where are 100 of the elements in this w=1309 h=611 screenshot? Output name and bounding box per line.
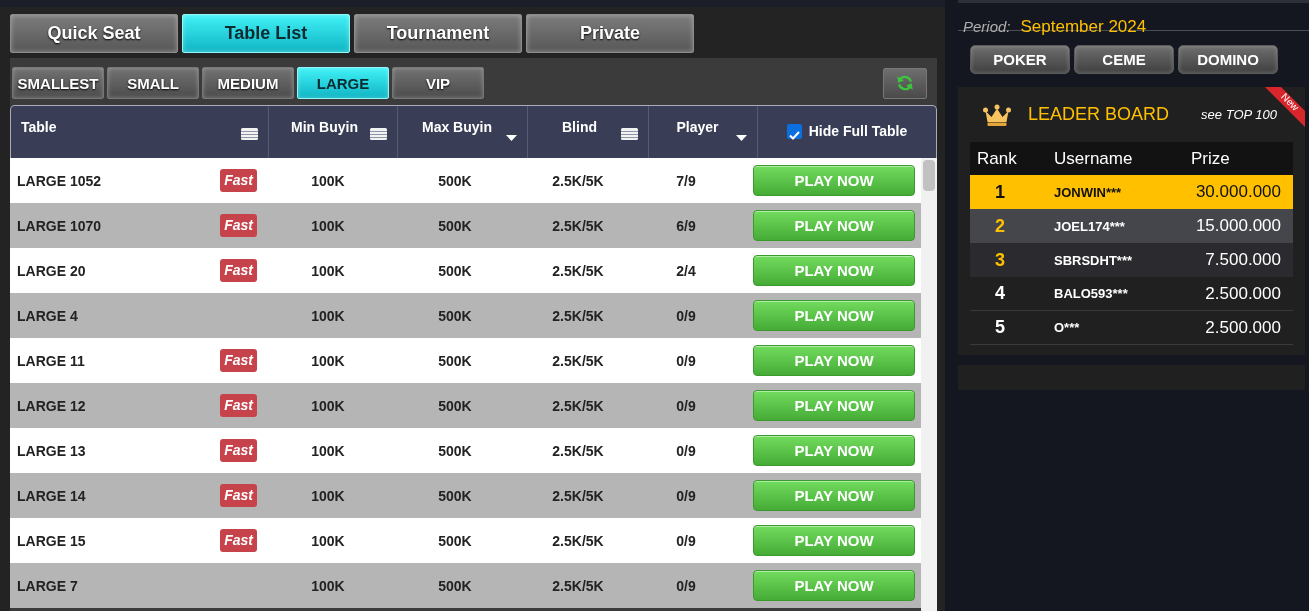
column-header: Rank xyxy=(976,148,1018,169)
column-header[interactable]: Player xyxy=(659,119,736,135)
table-row[interactable]: LARGE 7 100K 500K 2.5K/5K 0/9 PLAY NOW xyxy=(10,563,921,608)
period-value[interactable]: September 2024 xyxy=(1020,17,1147,37)
tab[interactable]: Table List xyxy=(182,14,350,53)
fast-badge: Fast xyxy=(220,214,257,237)
period-label: Period: xyxy=(963,18,1011,35)
list-icon[interactable] xyxy=(370,128,387,140)
filter-button[interactable]: MEDIUM xyxy=(202,67,294,99)
see-top-link[interactable]: see TOP 100 xyxy=(1201,107,1277,122)
table-cell: 500K xyxy=(438,352,472,369)
rank-cell-text: 5 xyxy=(994,317,1006,338)
column-header: Username xyxy=(1053,148,1134,169)
table-row[interactable]: LARGE 15 Fast 100K 500K 2.5K/5K 0/9 PLAY NOW xyxy=(10,518,921,563)
table-row[interactable]: LARGE 11 Fast 100K 500K 2.5K/5K 0/9 PLAY NOW xyxy=(10,338,921,383)
table-name: LARGE 14 xyxy=(17,487,86,504)
fast-badge: Fast xyxy=(220,394,257,417)
filter-button[interactable]: VIP xyxy=(392,67,484,99)
column-header[interactable]: Max Buyin xyxy=(408,119,506,135)
fast-badge: Fast xyxy=(220,259,257,282)
table-cell: 100K xyxy=(311,217,345,234)
scrollbar[interactable] xyxy=(921,158,937,611)
table-cell: 0/9 xyxy=(676,532,696,549)
rank-cell-text: 1 xyxy=(994,181,1006,203)
table-cell: 500K xyxy=(438,397,472,414)
fast-badge: Fast xyxy=(220,484,257,507)
rank-cell-text: 3 xyxy=(994,249,1006,271)
column-header[interactable]: Min Buyin xyxy=(279,119,370,135)
table-cell: 100K xyxy=(311,352,345,369)
table-cell: 500K xyxy=(438,172,472,189)
refresh-button[interactable] xyxy=(883,67,927,99)
caret-icon[interactable] xyxy=(736,135,747,141)
prize-cell-text: 15.000.000 xyxy=(1194,216,1282,236)
table-name: LARGE 12 xyxy=(17,397,86,414)
table-row[interactable]: LARGE 20 Fast 100K 500K 2.5K/5K 2/4 PLAY NOW xyxy=(10,248,921,293)
table-row[interactable]: LARGE 12 Fast 100K 500K 2.5K/5K 0/9 PLAY NOW xyxy=(10,383,921,428)
table-name: LARGE 1052 xyxy=(17,172,102,189)
tab[interactable]: Tournament xyxy=(354,14,522,53)
table-cell: 2.5K/5K xyxy=(552,397,604,414)
checkbox-label[interactable]: Hide Full Table xyxy=(808,123,908,139)
table-cell: 2/4 xyxy=(676,262,696,279)
filter-button[interactable]: SMALL xyxy=(107,67,199,99)
table-cell: 0/9 xyxy=(676,487,696,504)
rank-cell-text: 4 xyxy=(994,283,1006,304)
table-name: LARGE 20 xyxy=(17,262,86,279)
game-button[interactable]: DOMINO xyxy=(1178,45,1278,74)
table-cell: 100K xyxy=(311,172,345,189)
table-cell: 0/9 xyxy=(676,397,696,414)
table-cell: 500K xyxy=(438,307,472,324)
table-row[interactable]: LARGE 1070 Fast 100K 500K 2.5K/5K 6/9 PLAY NOW xyxy=(10,203,921,248)
table-cell: 500K xyxy=(438,577,472,594)
table-cell: 100K xyxy=(311,307,345,324)
table-name: LARGE 15 xyxy=(17,532,86,549)
fast-badge: Fast xyxy=(220,439,257,462)
table-cell: 2.5K/5K xyxy=(552,532,604,549)
refresh-icon xyxy=(896,74,914,92)
table-cell: 500K xyxy=(438,262,472,279)
table-cell: 500K xyxy=(438,217,472,234)
username-cell-text: JONWIN*** xyxy=(1053,184,1123,200)
fast-badge: Fast xyxy=(220,349,257,372)
prize-cell-text: 2.500.000 xyxy=(1204,283,1282,304)
table-name: LARGE 4 xyxy=(17,307,78,324)
table-cell: 100K xyxy=(311,532,345,549)
table-cell: 7/9 xyxy=(676,172,696,189)
table-name: LARGE 1070 xyxy=(17,217,102,234)
game-button[interactable]: CEME xyxy=(1074,45,1174,74)
table-name: LARGE 11 xyxy=(17,352,85,369)
table-cell: 2.5K/5K xyxy=(552,307,604,324)
column-header: Prize xyxy=(1190,148,1231,169)
tab[interactable]: Private xyxy=(526,14,694,53)
table-cell: 2.5K/5K xyxy=(552,172,604,189)
leaderboard-title: LEADER BOARD xyxy=(1028,104,1170,125)
table-cell: 500K xyxy=(438,487,472,504)
filter-button[interactable]: SMALLEST xyxy=(12,67,104,99)
game-button[interactable]: POKER xyxy=(970,45,1070,74)
column-header[interactable]: Blind xyxy=(538,119,621,135)
table-row[interactable]: LARGE 4 100K 500K 2.5K/5K 0/9 PLAY NOW xyxy=(10,293,921,338)
table-cell: 100K xyxy=(311,487,345,504)
column-header[interactable]: Table xyxy=(21,119,241,135)
list-icon[interactable] xyxy=(241,128,258,140)
table-row[interactable]: LARGE 13 Fast 100K 500K 2.5K/5K 0/9 PLAY NOW xyxy=(10,428,921,473)
scrollbar-thumb[interactable] xyxy=(923,160,935,191)
table-cell: 100K xyxy=(311,262,345,279)
caret-icon[interactable] xyxy=(506,135,517,141)
tab[interactable]: Quick Seat xyxy=(10,14,178,53)
table-cell: 0/9 xyxy=(676,307,696,324)
table-cell: 6/9 xyxy=(676,217,696,234)
table-row[interactable]: LARGE 14 Fast 100K 500K 2.5K/5K 0/9 PLAY NOW xyxy=(10,473,921,518)
table-cell: 500K xyxy=(438,532,472,549)
table-cell: 2.5K/5K xyxy=(552,352,604,369)
table-cell: 100K xyxy=(311,577,345,594)
prize-cell-text: 30.000.000 xyxy=(1194,182,1282,202)
table-cell: 2.5K/5K xyxy=(552,262,604,279)
crown-icon xyxy=(983,103,1011,126)
table-row[interactable]: LARGE 1052 Fast 100K 500K 2.5K/5K 7/9 PLAY NOW xyxy=(10,158,921,203)
filter-button[interactable]: LARGE xyxy=(297,67,389,99)
username-cell-text: JOEL174*** xyxy=(1053,218,1126,234)
fast-badge: Fast xyxy=(220,529,257,552)
list-icon[interactable] xyxy=(621,128,638,140)
checkbox[interactable] xyxy=(786,123,802,139)
